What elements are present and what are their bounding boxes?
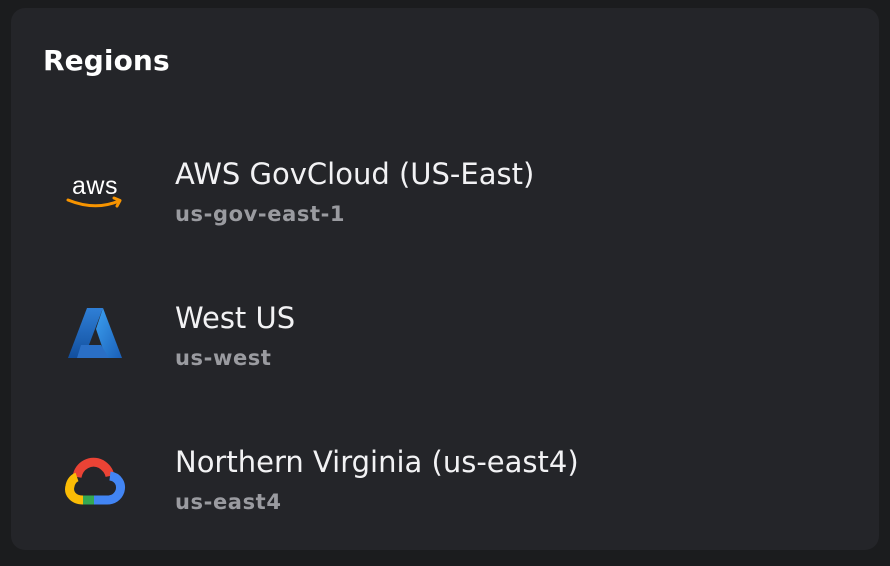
- azure-icon: [63, 301, 127, 365]
- region-code: us-west: [175, 346, 272, 370]
- region-name: AWS GovCloud (US-East): [175, 157, 535, 191]
- region-item-gcp-northern-virginia[interactable]: Northern Virginia (us-east4) us-east4: [11, 411, 879, 531]
- regions-card: Regions aws AWS GovCloud (US-East) us-go…: [11, 8, 879, 550]
- aws-icon: aws: [63, 158, 127, 222]
- google-cloud-icon: [63, 449, 127, 513]
- region-code: us-east4: [175, 490, 282, 514]
- region-item-aws-govcloud[interactable]: aws AWS GovCloud (US-East) us-gov-east-1: [11, 123, 879, 243]
- region-name: West US: [175, 301, 296, 335]
- card-title: Regions: [43, 44, 170, 77]
- region-code: us-gov-east-1: [175, 202, 346, 226]
- svg-text:aws: aws: [72, 172, 118, 200]
- region-item-azure-west-us[interactable]: West US us-west: [11, 267, 879, 387]
- region-name: Northern Virginia (us-east4): [175, 445, 579, 479]
